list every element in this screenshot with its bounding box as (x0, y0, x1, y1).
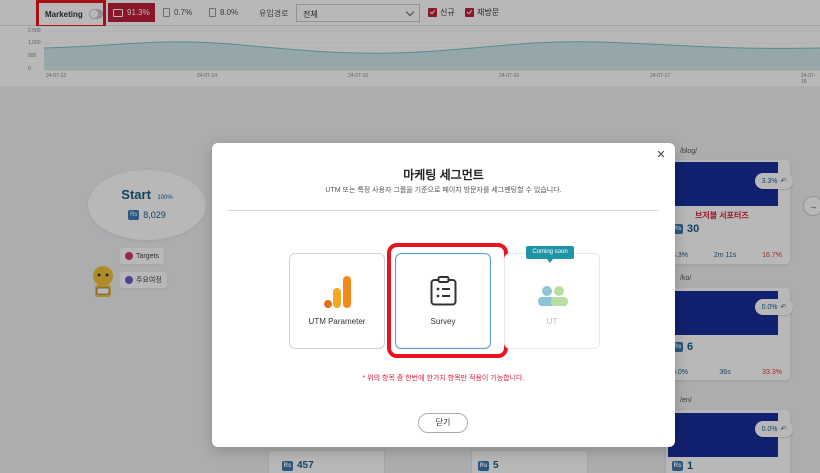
bar-chart-icon (324, 276, 351, 308)
modal-title: 마케팅 세그먼트 (403, 168, 484, 182)
ut-option: UT (504, 253, 600, 349)
divider (228, 210, 659, 211)
close-icon[interactable]: ✕ (655, 149, 667, 161)
option-label: UTM Parameter (308, 317, 366, 326)
option-label: Survey (430, 317, 456, 326)
survey-option[interactable]: Survey (395, 253, 491, 349)
notice-text: * 위의 항목 중 한번에 한가지 항목만 적용이 가능합니다. (362, 375, 525, 382)
users-icon (538, 286, 568, 306)
modal-subtitle: UTM 또는 특정 사용자 그룹을 기준으로 페이지 방문자를 세그멘팅할 수 … (325, 187, 562, 194)
utm-parameter-option[interactable]: UTM Parameter (289, 253, 385, 349)
close-button[interactable]: 닫기 (418, 413, 468, 433)
marketing-segment-modal: ✕ 마케팅 세그먼트 UTM 또는 특정 사용자 그룹을 기준으로 페이지 방문… (212, 143, 675, 447)
option-label: UT (546, 317, 558, 326)
clipboard-icon (430, 276, 457, 306)
coming-soon-badge: Coming soon (526, 246, 574, 263)
